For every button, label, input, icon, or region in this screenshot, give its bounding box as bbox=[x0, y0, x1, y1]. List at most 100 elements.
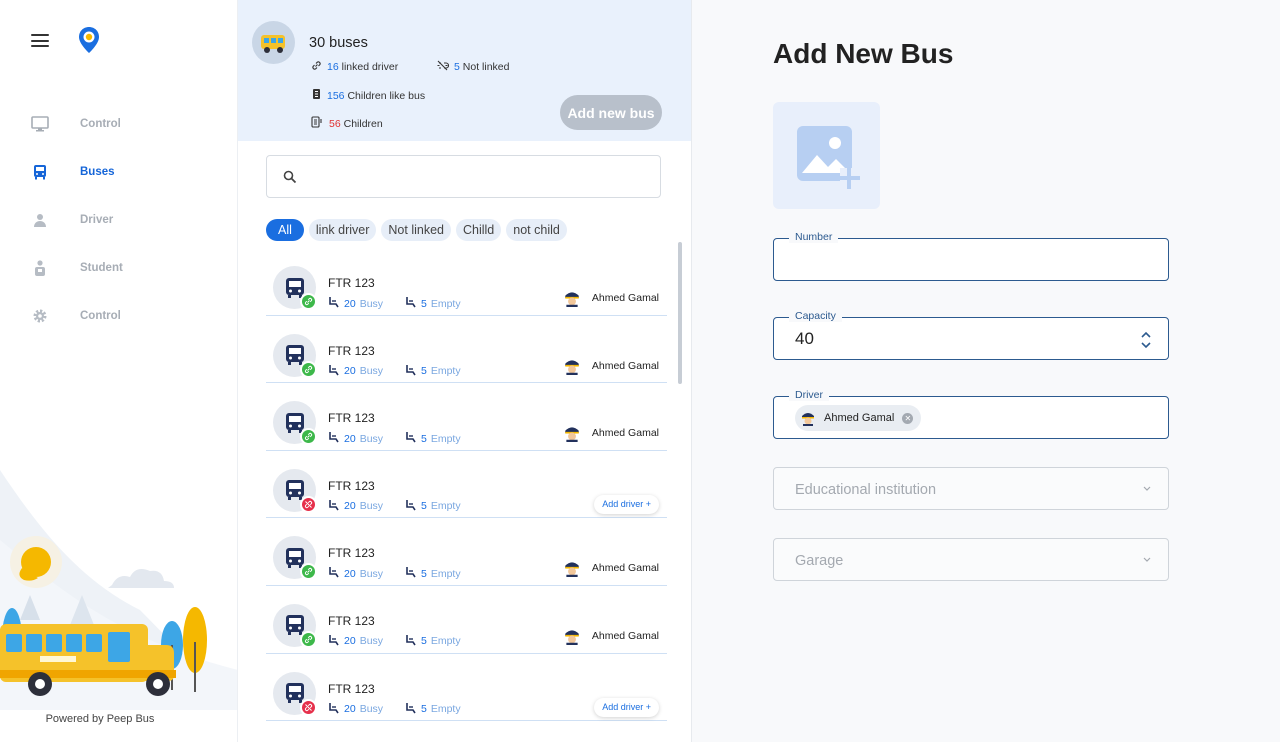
bus-row[interactable]: FTR 123 20 Busy 5 Empty Ahmed Gamal bbox=[266, 518, 667, 586]
busy-seats: 20 Busy bbox=[328, 566, 383, 581]
clipboard-icon bbox=[311, 88, 322, 103]
filter-link-driver[interactable]: link driver bbox=[308, 219, 377, 241]
school-bus-avatar bbox=[252, 21, 295, 64]
bus-list-panel: 30 buses 16 linked driver 5 Not linked 1… bbox=[238, 0, 692, 742]
list-scrollbar[interactable] bbox=[678, 242, 682, 384]
bus-row[interactable]: FTR 123 20 Busy 5 Empty Add driver + bbox=[266, 451, 667, 519]
bus-row[interactable]: FTR 123 20 Busy 5 Empty Add driver + bbox=[266, 654, 667, 722]
sidebar: Control Buses Driver Student Control Pow… bbox=[0, 0, 238, 742]
bus-row[interactable]: FTR 123 20 Busy 5 Empty Ahmed Gamal bbox=[266, 383, 667, 451]
linked-badge-icon bbox=[300, 360, 317, 378]
search-box bbox=[266, 155, 661, 198]
logo-pin-icon bbox=[79, 27, 99, 53]
filter-not-linked[interactable]: Not linked bbox=[381, 219, 451, 241]
driver-avatar-icon bbox=[563, 559, 581, 578]
filter-not-child[interactable]: not child bbox=[506, 219, 567, 241]
sidebar-item-label: Student bbox=[80, 262, 123, 274]
driver-avatar-icon bbox=[802, 413, 814, 426]
empty-seats: 5 Empty bbox=[405, 364, 461, 379]
seat-icon bbox=[405, 296, 417, 311]
unlinked-badge-icon bbox=[300, 698, 317, 716]
filter-all[interactable]: All bbox=[266, 219, 304, 241]
add-driver-button[interactable]: Add driver + bbox=[594, 697, 659, 717]
chevron-down-icon bbox=[1143, 486, 1151, 491]
garage-placeholder: Garage bbox=[795, 553, 844, 569]
driver-field[interactable]: Driver Ahmed Gamal ✕ bbox=[773, 389, 1169, 439]
search-input[interactable] bbox=[305, 156, 645, 197]
driver-name: Ahmed Gamal bbox=[591, 562, 659, 575]
sidebar-item-student[interactable]: Student bbox=[0, 244, 237, 292]
seat-icon bbox=[328, 499, 340, 514]
capacity-field[interactable]: Capacity 40 bbox=[773, 310, 1169, 360]
number-input[interactable] bbox=[794, 249, 1134, 271]
seat-icon bbox=[405, 566, 417, 581]
empty-seats: 5 Empty bbox=[405, 634, 461, 649]
seat-icon bbox=[328, 702, 340, 717]
institution-select[interactable]: Educational institution bbox=[773, 467, 1169, 510]
seat-icon bbox=[328, 634, 340, 649]
bus-icon bbox=[31, 163, 49, 181]
sidebar-item-buses[interactable]: Buses bbox=[0, 148, 237, 196]
selected-driver-chip[interactable]: Ahmed Gamal ✕ bbox=[795, 405, 922, 431]
bus-plate: FTR 123 bbox=[328, 613, 375, 628]
link-icon bbox=[311, 60, 322, 74]
bus-row[interactable]: FTR 123 20 Busy 5 Empty Ahmed Gamal bbox=[266, 248, 667, 316]
seat-icon bbox=[328, 566, 340, 581]
bus-row[interactable]: FTR 123 20 Busy 5 Empty Ahmed Gamal bbox=[266, 316, 667, 384]
seat-icon bbox=[328, 431, 340, 446]
sidebar-nav: Control Buses Driver Student Control bbox=[0, 100, 237, 340]
driver-name: Ahmed Gamal bbox=[591, 292, 659, 304]
bus-count-title: 30 buses bbox=[309, 35, 368, 51]
empty-seats: 5 Empty bbox=[405, 566, 461, 581]
sidebar-item-control[interactable]: Control bbox=[0, 100, 237, 148]
seat-icon bbox=[405, 364, 417, 379]
capacity-label: Capacity bbox=[789, 310, 842, 322]
driver-chip-label: Ahmed Gamal bbox=[824, 412, 895, 424]
menu-icon[interactable] bbox=[31, 34, 49, 48]
busy-seats: 20 Busy bbox=[328, 431, 383, 446]
sidebar-item-driver[interactable]: Driver bbox=[0, 196, 237, 244]
linked-badge-icon bbox=[300, 630, 317, 648]
student-icon bbox=[31, 259, 49, 277]
sidebar-item-label: Control bbox=[80, 118, 121, 130]
not-linked-stat: 5 Not linked bbox=[436, 60, 509, 74]
add-new-bus-button[interactable]: Add new bus bbox=[560, 95, 662, 130]
capacity-value: 40 bbox=[795, 329, 814, 348]
children-stat: 56 Children bbox=[311, 116, 383, 131]
stepper-icon[interactable] bbox=[1140, 330, 1152, 350]
add-driver-button[interactable]: Add driver + bbox=[594, 494, 659, 514]
sidebar-item-settings[interactable]: Control bbox=[0, 292, 237, 340]
document-icon bbox=[311, 116, 324, 131]
bus-row[interactable]: FTR 123 20 Busy 5 Empty Ahmed Gamal bbox=[266, 586, 667, 654]
institution-placeholder: Educational institution bbox=[795, 482, 937, 498]
school-bus-illustration bbox=[0, 470, 237, 710]
bus-plate: FTR 123 bbox=[328, 411, 375, 426]
number-label: Number bbox=[789, 231, 839, 243]
driver-name: Ahmed Gamal bbox=[591, 427, 659, 440]
linked-badge-icon bbox=[300, 428, 317, 446]
filter-child[interactable]: Chilld bbox=[456, 219, 502, 241]
busy-seats: 20 Busy bbox=[328, 364, 383, 379]
driver-avatar-icon bbox=[563, 357, 581, 375]
sidebar-item-label: Buses bbox=[80, 166, 115, 178]
unlink-icon bbox=[436, 60, 450, 74]
driver-label: Driver bbox=[789, 389, 829, 401]
remove-driver-icon[interactable]: ✕ bbox=[902, 412, 914, 424]
seat-icon bbox=[405, 702, 417, 717]
add-bus-form: Add New Bus Number Capacity 40 Driver Ah… bbox=[692, 0, 1280, 742]
driver-avatar-icon bbox=[563, 424, 581, 443]
driver-name: Ahmed Gamal bbox=[591, 629, 659, 642]
summary-header: 30 buses 16 linked driver 5 Not linked 1… bbox=[238, 0, 691, 141]
search-icon bbox=[283, 170, 297, 183]
form-title: Add New Bus bbox=[773, 38, 954, 69]
empty-seats: 5 Empty bbox=[405, 702, 461, 717]
empty-seats: 5 Empty bbox=[405, 296, 461, 311]
garage-select[interactable]: Garage bbox=[773, 538, 1169, 581]
busy-seats: 20 Busy bbox=[328, 634, 383, 649]
number-field[interactable]: Number bbox=[773, 231, 1169, 281]
chevron-down-icon bbox=[1143, 557, 1151, 562]
driver-name: Ahmed Gamal bbox=[591, 359, 659, 372]
image-upload-button[interactable] bbox=[773, 102, 880, 209]
driver-avatar-icon bbox=[563, 627, 581, 645]
driver-avatar-icon bbox=[563, 289, 581, 307]
